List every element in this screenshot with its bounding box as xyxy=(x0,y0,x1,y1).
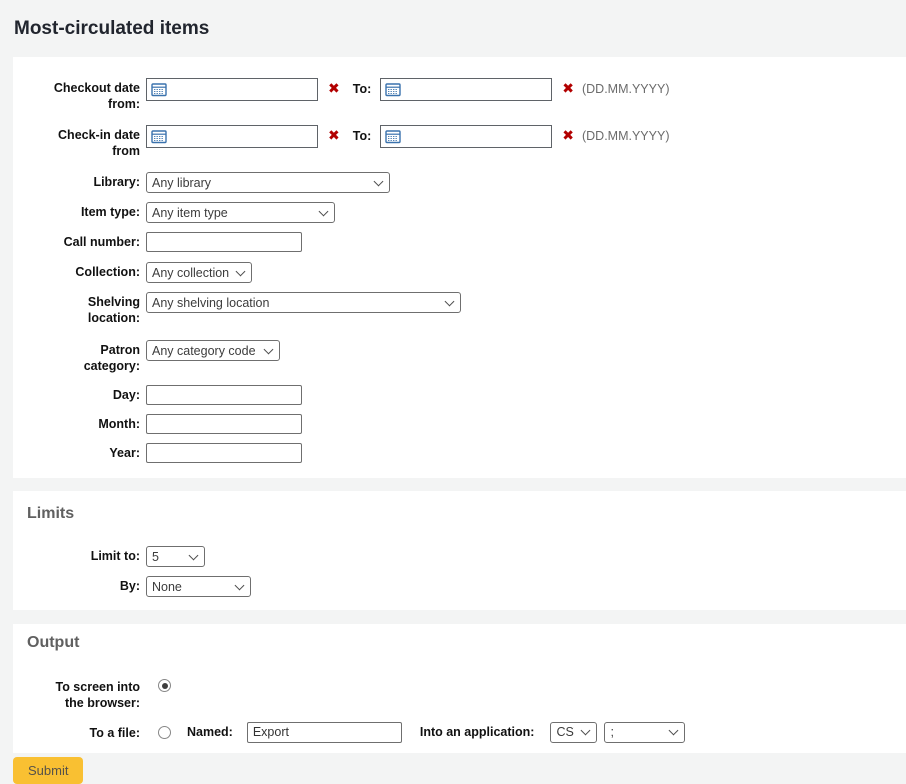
day-input[interactable] xyxy=(146,385,302,405)
filters-panel: Checkout date from: ✖ To: xyxy=(13,57,906,478)
library-row: Library: Any library xyxy=(13,172,906,193)
to-screen-label: To screen into the browser: xyxy=(13,677,146,711)
limit-to-row: Limit to: 5 xyxy=(13,546,906,567)
to-file-radio[interactable] xyxy=(158,726,171,739)
clear-date-icon[interactable]: ✖ xyxy=(328,125,340,148)
to-file-label: To a file: xyxy=(13,723,146,741)
named-label: Named: xyxy=(187,721,233,743)
limit-by-select[interactable]: None xyxy=(146,576,251,597)
clear-date-icon[interactable]: ✖ xyxy=(562,78,574,101)
output-heading: Output xyxy=(13,633,906,653)
clear-date-icon[interactable]: ✖ xyxy=(562,125,574,148)
calendar-icon xyxy=(151,129,167,144)
file-name-input[interactable] xyxy=(247,722,402,743)
limit-by-row: By: None xyxy=(13,576,906,597)
shelving-location-row: Shelving location: Any shelving location xyxy=(13,292,906,326)
submit-button[interactable]: Submit xyxy=(13,757,83,784)
collection-label: Collection: xyxy=(13,262,146,280)
checkout-to-label: To: xyxy=(353,78,372,101)
checkout-date-row: Checkout date from: ✖ To: xyxy=(13,78,906,112)
item-type-row: Item type: Any item type xyxy=(13,202,906,223)
checkout-date-label: Checkout date from: xyxy=(13,78,146,112)
year-label: Year: xyxy=(13,443,146,461)
checkin-to-label: To: xyxy=(353,125,372,148)
library-label: Library: xyxy=(13,172,146,190)
patron-category-label: Patron category: xyxy=(13,340,146,374)
call-number-row: Call number: xyxy=(13,232,906,252)
date-format-hint: (DD.MM.YYYY) xyxy=(582,78,670,101)
item-type-select[interactable]: Any item type xyxy=(146,202,335,223)
limits-heading: Limits xyxy=(13,504,906,524)
calendar-icon xyxy=(385,82,401,97)
checkin-date-from-input[interactable] xyxy=(146,125,318,148)
output-to-screen-row: To screen into the browser: xyxy=(13,677,906,711)
day-label: Day: xyxy=(13,385,146,403)
month-input[interactable] xyxy=(146,414,302,434)
month-label: Month: xyxy=(13,414,146,432)
collection-select[interactable]: Any collection xyxy=(146,262,252,283)
shelving-location-select[interactable]: Any shelving location xyxy=(146,292,461,313)
page-title: Most-circulated items xyxy=(0,0,906,41)
into-application-label: Into an application: xyxy=(420,721,535,743)
year-input[interactable] xyxy=(146,443,302,463)
checkout-date-from-input[interactable] xyxy=(146,78,318,101)
file-format-select[interactable]: CSV xyxy=(550,722,597,743)
checkin-date-row: Check-in date from ✖ To: xyxy=(13,125,906,159)
checkout-date-to-input[interactable] xyxy=(380,78,552,101)
call-number-input[interactable] xyxy=(146,232,302,252)
collection-row: Collection: Any collection xyxy=(13,262,906,283)
calendar-icon xyxy=(151,82,167,97)
limit-to-select[interactable]: 5 xyxy=(146,546,205,567)
to-screen-radio[interactable] xyxy=(158,679,171,692)
output-to-file-row: To a file: Named: Into an application: C… xyxy=(13,721,906,743)
limits-panel: Limits Limit to: 5 By: None xyxy=(13,491,906,610)
call-number-label: Call number: xyxy=(13,232,146,250)
month-row: Month: xyxy=(13,414,906,434)
year-row: Year: xyxy=(13,443,906,463)
limit-to-label: Limit to: xyxy=(13,546,146,564)
library-select[interactable]: Any library xyxy=(146,172,390,193)
item-type-label: Item type: xyxy=(13,202,146,220)
patron-category-row: Patron category: Any category code xyxy=(13,340,906,374)
clear-date-icon[interactable]: ✖ xyxy=(328,78,340,101)
delimiter-select[interactable]: ; xyxy=(604,722,685,743)
day-row: Day: xyxy=(13,385,906,405)
date-format-hint: (DD.MM.YYYY) xyxy=(582,125,670,148)
checkin-date-label: Check-in date from xyxy=(13,125,146,159)
limit-by-label: By: xyxy=(13,576,146,594)
shelving-location-label: Shelving location: xyxy=(13,292,146,326)
output-panel: Output To screen into the browser: To a … xyxy=(13,624,906,753)
patron-category-select[interactable]: Any category code xyxy=(146,340,280,361)
calendar-icon xyxy=(385,129,401,144)
checkin-date-to-input[interactable] xyxy=(380,125,552,148)
